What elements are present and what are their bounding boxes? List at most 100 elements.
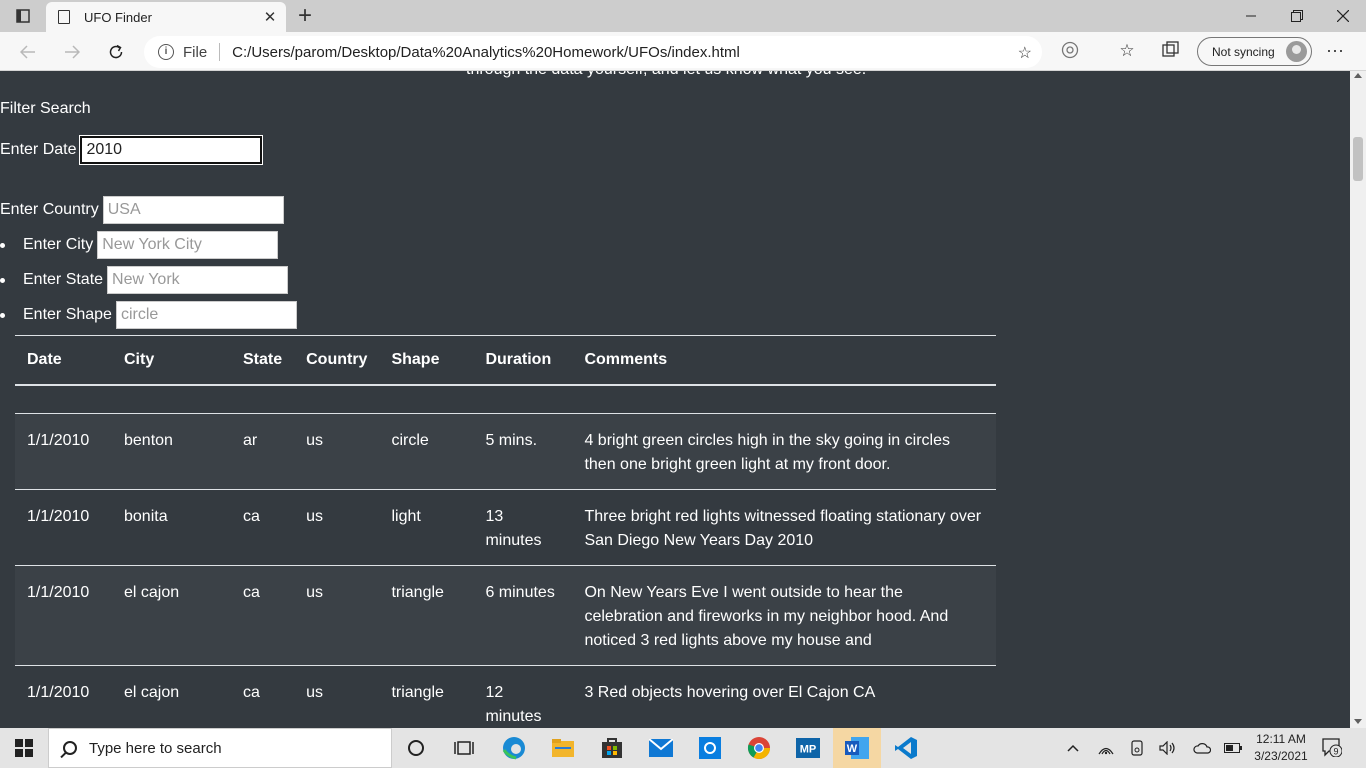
immersive-reader-icon[interactable]	[1059, 41, 1081, 64]
back-icon[interactable]	[14, 38, 42, 66]
vscode-icon[interactable]	[882, 728, 930, 768]
shape-input[interactable]	[115, 301, 297, 329]
page-viewport: through the data yourself, and let us kn…	[0, 71, 1350, 728]
clock-date: 3/23/2021	[1254, 749, 1308, 763]
city-filter: Enter City	[0, 231, 279, 259]
cell-shape: light	[391, 507, 421, 525]
address-bar[interactable]: i File C:/Users/parom/Desktop/Data%20Ana…	[144, 36, 1042, 68]
list-bullet	[0, 277, 5, 283]
page-icon	[58, 10, 70, 24]
add-favorite-icon[interactable]: ☆	[1018, 43, 1032, 63]
cell-state: ar	[243, 431, 258, 449]
mp-app-icon[interactable]: MP	[784, 728, 832, 768]
country-input[interactable]	[102, 196, 284, 224]
ufo-table: Date City State Country Shape Duration C…	[15, 335, 996, 728]
column-header-shape: Shape	[379, 335, 474, 386]
battery-icon[interactable]	[1222, 728, 1244, 768]
windows-start-icon[interactable]	[0, 728, 48, 768]
svg-text:W: W	[847, 743, 858, 755]
task-view-icon[interactable]	[440, 728, 488, 768]
browser-tab-bar: UFO Finder ✕ +	[0, 0, 1366, 32]
close-window-button[interactable]	[1320, 0, 1366, 32]
more-options-icon[interactable]: ···	[1326, 40, 1344, 61]
cell-shape: triangle	[391, 683, 444, 701]
list-bullet	[0, 312, 5, 318]
mail-icon[interactable]	[637, 728, 685, 768]
network-icon[interactable]	[1094, 728, 1118, 768]
volume-icon[interactable]	[1156, 728, 1180, 768]
taskbar-search-box[interactable]: Type here to search	[48, 728, 392, 768]
state-filter: Enter State	[0, 266, 289, 294]
column-header-date: Date	[15, 335, 112, 386]
cell-city: benton	[124, 431, 173, 449]
column-header-city: City	[112, 335, 231, 386]
cell-state: ca	[243, 507, 260, 525]
cell-country: us	[306, 507, 324, 525]
table-header-row: Date City State Country Shape Duration C…	[15, 335, 996, 386]
city-input[interactable]	[97, 231, 279, 259]
clock-time: 12:11 AM	[1256, 732, 1306, 746]
forward-icon[interactable]	[58, 38, 86, 66]
cortana-icon[interactable]	[392, 728, 440, 768]
svg-text:MP: MP	[800, 744, 817, 756]
table-row: 1/1/2010 benton ar us circle 5 mins. 4 b…	[15, 413, 996, 489]
shape-filter: Enter Shape	[0, 301, 297, 329]
country-filter: Enter Country	[0, 196, 284, 224]
cell-comments: On New Years Eve I went outside to hear …	[584, 583, 949, 649]
minimize-button[interactable]	[1228, 0, 1274, 32]
list-bullet	[0, 242, 5, 248]
table-row: 1/1/2010 el cajon ca us triangle 6 minut…	[15, 565, 996, 665]
cell-duration: 5 mins.	[485, 431, 538, 449]
cell-city: el cajon	[124, 683, 180, 701]
page-scrollbar[interactable]	[1350, 71, 1366, 728]
device-icon[interactable]	[1126, 728, 1148, 768]
cell-shape: triangle	[391, 583, 444, 601]
cell-state: ca	[243, 583, 260, 601]
column-header-duration: Duration	[473, 335, 573, 386]
table-row: 1/1/2010 el cajon ca us triangle 12 minu…	[15, 665, 996, 728]
word-icon[interactable]: W	[833, 728, 881, 768]
cell-duration: 13 minutes	[485, 507, 542, 549]
taskbar-clock[interactable]: 12:11 AM 3/23/2021	[1248, 731, 1314, 765]
notification-center-icon[interactable]: 9	[1322, 737, 1343, 758]
cell-comments: Three bright red lights witnessed floati…	[584, 507, 982, 549]
sync-status: Not syncing	[1212, 44, 1275, 59]
browser-tab[interactable]: UFO Finder ✕	[46, 2, 286, 32]
cell-state: ca	[243, 683, 260, 701]
chrome-icon[interactable]	[735, 728, 783, 768]
restore-button[interactable]	[1274, 0, 1320, 32]
cell-city: el cajon	[124, 583, 180, 601]
date-input[interactable]	[79, 135, 264, 165]
file-explorer-icon[interactable]	[539, 728, 587, 768]
refresh-icon[interactable]	[102, 38, 130, 66]
date-filter: Enter Date	[0, 135, 264, 165]
tab-close-icon[interactable]: ✕	[262, 8, 278, 26]
cell-country: us	[306, 683, 324, 701]
scroll-down-icon[interactable]	[1354, 719, 1362, 724]
intro-text: through the data yourself, and let us kn…	[466, 71, 866, 79]
edge-browser-icon[interactable]	[490, 728, 538, 768]
cell-date: 1/1/2010	[27, 431, 90, 449]
scroll-thumb[interactable]	[1353, 137, 1363, 181]
new-tab-button[interactable]: +	[292, 2, 318, 30]
tab-actions-icon[interactable]	[8, 6, 38, 26]
favorites-icon[interactable]: ☆	[1116, 41, 1138, 61]
scroll-up-icon[interactable]	[1354, 73, 1362, 78]
date-label: Enter Date	[0, 141, 77, 158]
show-hidden-icons[interactable]	[1062, 728, 1084, 768]
cell-comments: 4 bright green circles high in the sky g…	[584, 431, 950, 473]
state-input[interactable]	[107, 266, 289, 294]
city-label: Enter City	[23, 236, 94, 253]
store-icon[interactable]	[588, 728, 636, 768]
app-blue-icon[interactable]	[686, 728, 734, 768]
onedrive-icon[interactable]	[1190, 728, 1214, 768]
filter-search-heading: Filter Search	[0, 100, 91, 117]
table-row: 1/1/2010 bonita ca us light 13 minutes T…	[15, 489, 996, 565]
cell-shape: circle	[391, 431, 429, 449]
address-url[interactable]: C:/Users/parom/Desktop/Data%20Analytics%…	[232, 44, 740, 61]
collections-icon[interactable]	[1160, 41, 1182, 64]
profile-sync-button[interactable]: Not syncing	[1197, 37, 1312, 66]
country-label: Enter Country	[0, 201, 99, 218]
cell-duration: 6 minutes	[485, 583, 555, 601]
info-icon[interactable]: i	[158, 44, 174, 60]
